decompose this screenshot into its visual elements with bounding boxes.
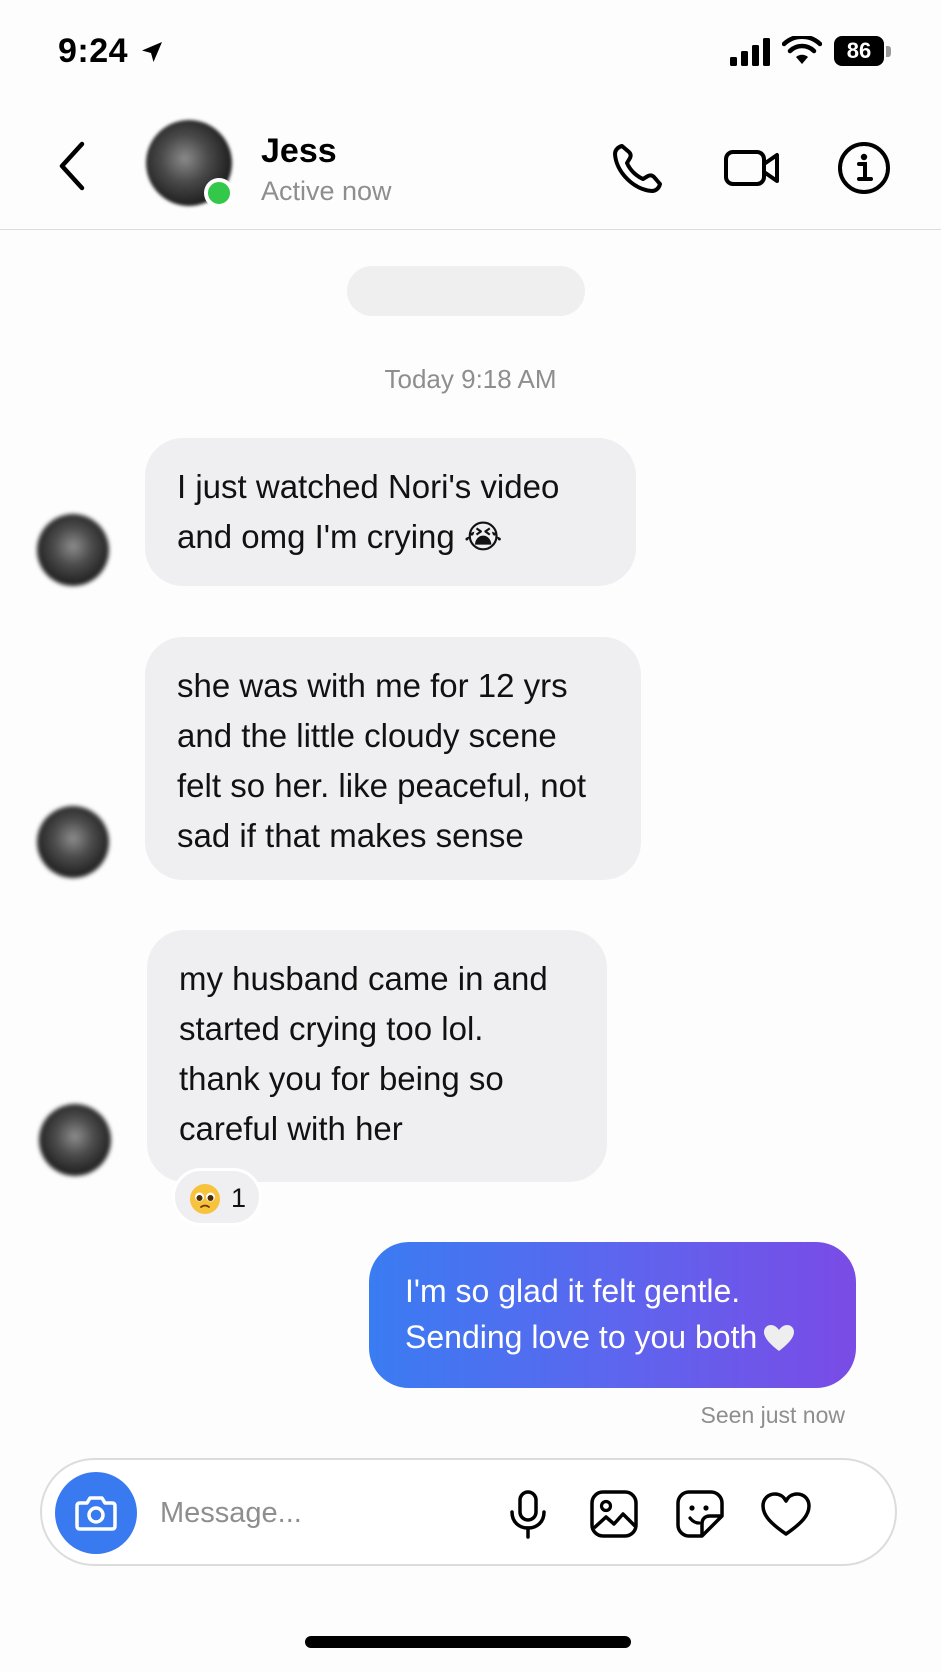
sender-avatar[interactable] bbox=[37, 514, 109, 586]
contact-status: Active now bbox=[261, 176, 392, 206]
message-line: she was with me for 12 yrs bbox=[177, 667, 568, 704]
message-line: I'm so glad it felt gentle. bbox=[405, 1273, 741, 1309]
pleading-face-icon bbox=[190, 1184, 220, 1214]
incoming-message[interactable]: my husband came in and started crying to… bbox=[147, 930, 607, 1182]
wifi-icon bbox=[782, 36, 822, 64]
message-composer bbox=[40, 1458, 897, 1566]
battery-tip bbox=[886, 46, 891, 57]
message-line: thank you for being so bbox=[179, 1060, 504, 1097]
phone-icon[interactable] bbox=[608, 138, 668, 198]
message-reaction[interactable]: 1 bbox=[172, 1168, 262, 1226]
info-icon[interactable] bbox=[834, 138, 894, 198]
redacted-pill bbox=[347, 266, 585, 316]
conversation-header: Jess Active now bbox=[0, 110, 941, 230]
camera-icon bbox=[75, 1496, 117, 1531]
message-line: and omg I'm crying 😭 bbox=[177, 518, 503, 555]
home-indicator[interactable] bbox=[305, 1636, 631, 1648]
online-status-dot bbox=[204, 178, 234, 208]
sender-avatar[interactable] bbox=[39, 1104, 111, 1176]
message-line: careful with her bbox=[179, 1110, 403, 1147]
message-line: started crying too lol. bbox=[179, 1010, 484, 1047]
contact-name[interactable]: Jess bbox=[261, 132, 337, 171]
message-line: Sending love to you both bbox=[405, 1319, 758, 1355]
cellular-signal-icon bbox=[730, 38, 770, 66]
seen-receipt: Seen just now bbox=[700, 1402, 845, 1428]
battery-indicator: 86 bbox=[834, 36, 892, 66]
status-time: 9:24 bbox=[58, 32, 129, 70]
camera-button[interactable] bbox=[55, 1472, 137, 1554]
message-line: I just watched Nori's video bbox=[177, 468, 560, 505]
gallery-icon[interactable] bbox=[586, 1486, 642, 1542]
back-icon[interactable] bbox=[50, 136, 94, 196]
message-line: my husband came in and bbox=[179, 960, 548, 997]
video-camera-icon[interactable] bbox=[722, 138, 782, 198]
message-input[interactable] bbox=[160, 1488, 520, 1538]
reaction-count: 1 bbox=[231, 1183, 247, 1213]
microphone-icon[interactable] bbox=[500, 1486, 556, 1542]
sticker-icon[interactable] bbox=[672, 1486, 728, 1542]
message-line: sad if that makes sense bbox=[177, 817, 524, 854]
sender-avatar[interactable] bbox=[37, 806, 109, 878]
outgoing-message[interactable]: I'm so glad it felt gentle. Sending love… bbox=[369, 1242, 856, 1388]
message-line: and the little cloudy scene bbox=[177, 717, 557, 754]
location-arrow-icon bbox=[142, 42, 162, 62]
incoming-message[interactable]: she was with me for 12 yrs and the littl… bbox=[145, 637, 641, 880]
incoming-message[interactable]: I just watched Nori's video and omg I'm … bbox=[145, 438, 636, 586]
battery-level: 86 bbox=[846, 38, 872, 63]
white-heart-icon bbox=[764, 1325, 795, 1351]
message-line: felt so her. like peaceful, not bbox=[177, 767, 587, 804]
chat-timestamp: Today 9:18 AM bbox=[384, 364, 557, 394]
status-bar: 9:24 86 bbox=[0, 0, 941, 100]
heart-icon[interactable] bbox=[758, 1486, 814, 1542]
